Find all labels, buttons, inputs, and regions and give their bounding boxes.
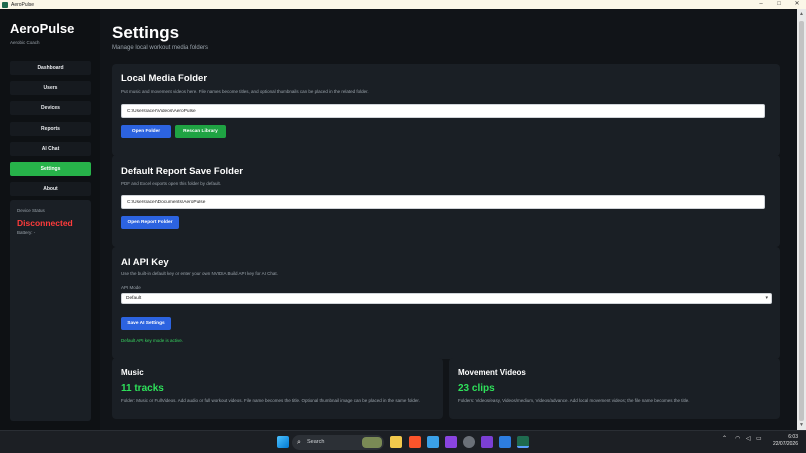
page-title: Settings — [112, 23, 180, 42]
media-folder-description: Put music and movement videos here. File… — [121, 89, 369, 94]
sidebar-item-reports[interactable]: Reports — [10, 121, 91, 136]
open-folder-button[interactable]: Open Folder — [121, 125, 171, 138]
scroll-up-icon[interactable]: ▲ — [797, 10, 806, 18]
report-folder-title: Default Report Save Folder — [121, 166, 243, 177]
clock-time: 6:03 — [788, 434, 798, 440]
open-report-folder-button[interactable]: Open Report Folder — [121, 216, 179, 229]
music-description: Folder: Music or FullVideos. Add audio o… — [121, 398, 420, 403]
settings-icon[interactable] — [463, 436, 475, 448]
visual-studio-icon[interactable] — [481, 436, 493, 448]
minimize-button[interactable]: – — [752, 0, 770, 9]
search-placeholder: Search — [307, 439, 325, 445]
window-titlebar: AeroPulse – □ ✕ — [0, 0, 806, 9]
sidebar-item-devices[interactable]: Devices — [10, 101, 91, 116]
sidebar-item-ai-chat[interactable]: AI Chat — [10, 141, 91, 156]
battery-icon[interactable]: ▭ — [756, 435, 762, 442]
brand-subtitle: Aerobic Coach — [10, 40, 40, 45]
brave-browser-icon[interactable] — [409, 436, 421, 448]
rescan-library-button[interactable]: Rescan Library — [175, 125, 226, 138]
report-folder-path-input[interactable] — [121, 195, 765, 209]
api-status-message: Default API key mode is active. — [121, 338, 184, 343]
taskbar-clock[interactable]: 6:03 22/07/2026 — [773, 434, 798, 448]
media-folder-card: Local Media Folder Put music and movemen… — [112, 64, 780, 156]
brand-title: AeroPulse — [10, 21, 75, 36]
sidebar-nav: Dashboard Users Devices Reports AI Chat … — [10, 61, 91, 202]
api-mode-label: API Mode — [121, 285, 141, 290]
search-icon: ⌕ — [297, 439, 301, 446]
movement-title: Movement Videos — [458, 368, 526, 377]
ai-api-title: AI API Key — [121, 257, 169, 268]
wifi-icon[interactable]: ◠ — [735, 435, 740, 442]
maximize-button[interactable]: □ — [770, 0, 788, 9]
music-card: Music 11 tracks Folder: Music or FullVid… — [112, 358, 443, 419]
report-folder-description: PDF and Excel exports open this folder b… — [121, 181, 222, 186]
sidebar-item-dashboard[interactable]: Dashboard — [10, 61, 91, 75]
window-title: AeroPulse — [11, 1, 35, 8]
ai-api-card: AI API Key Use the built-in default key … — [112, 247, 780, 359]
scrollbar-thumb[interactable] — [799, 21, 804, 421]
page-subtitle: Manage local workout media folders — [112, 45, 209, 51]
music-title: Music — [121, 368, 144, 377]
sidebar: AeroPulse Aerobic Coach Dashboard Users … — [0, 9, 100, 430]
taskbar-search[interactable]: ⌕ Search — [292, 435, 384, 450]
ai-api-description: Use the built-in default key or enter yo… — [121, 271, 278, 276]
movement-count: 23 clips — [458, 383, 495, 394]
main-content: Settings Manage local workout media fold… — [100, 9, 797, 430]
aeropulse-taskbar-icon[interactable] — [517, 436, 529, 448]
battery-status: Battery: - — [17, 230, 36, 235]
report-folder-card: Default Report Save Folder PDF and Excel… — [112, 155, 780, 247]
device-status-label: Device Status — [17, 208, 45, 213]
scroll-down-icon[interactable]: ▼ — [797, 421, 806, 429]
chevron-down-icon: ▾ — [765, 295, 768, 301]
tray-chevron-icon[interactable]: ⌃ — [722, 435, 727, 442]
start-icon[interactable] — [277, 436, 289, 448]
close-button[interactable]: ✕ — [788, 0, 806, 9]
sidebar-item-about[interactable]: About — [10, 182, 91, 197]
movement-description: Folders: Videos/easy, Videos/medium, Vid… — [458, 398, 690, 403]
save-ai-settings-button[interactable]: Save AI Settings — [121, 317, 171, 330]
file-explorer-icon[interactable] — [390, 436, 402, 448]
window-controls: – □ ✕ — [752, 0, 806, 9]
app-icon-blue[interactable] — [499, 436, 511, 448]
music-count: 11 tracks — [121, 383, 164, 394]
volume-icon[interactable]: ◁ — [746, 435, 751, 442]
media-folder-title: Local Media Folder — [121, 73, 208, 84]
api-mode-value: Default — [126, 296, 142, 301]
vertical-scrollbar[interactable]: ▲ ▼ — [797, 9, 806, 430]
search-highlight-icon — [362, 437, 382, 448]
media-folder-path-input[interactable] — [121, 104, 765, 118]
api-mode-select[interactable]: Default ▾ — [121, 293, 772, 304]
sidebar-item-users[interactable]: Users — [10, 81, 91, 96]
movement-card: Movement Videos 23 clips Folders: Videos… — [449, 358, 780, 419]
sidebar-item-settings[interactable]: Settings — [10, 161, 91, 176]
clock-date: 22/07/2026 — [772, 441, 798, 447]
photos-icon[interactable] — [427, 436, 439, 448]
app-icon — [2, 1, 8, 8]
device-status-value: Disconnected — [17, 218, 73, 228]
device-status-card: Device Status Disconnected Battery: - — [10, 200, 91, 421]
media-player-icon[interactable] — [445, 436, 457, 448]
taskbar: ⌕ Search ⌃ ◠ ◁ ▭ 6:03 22/07/2026 — [0, 430, 806, 453]
